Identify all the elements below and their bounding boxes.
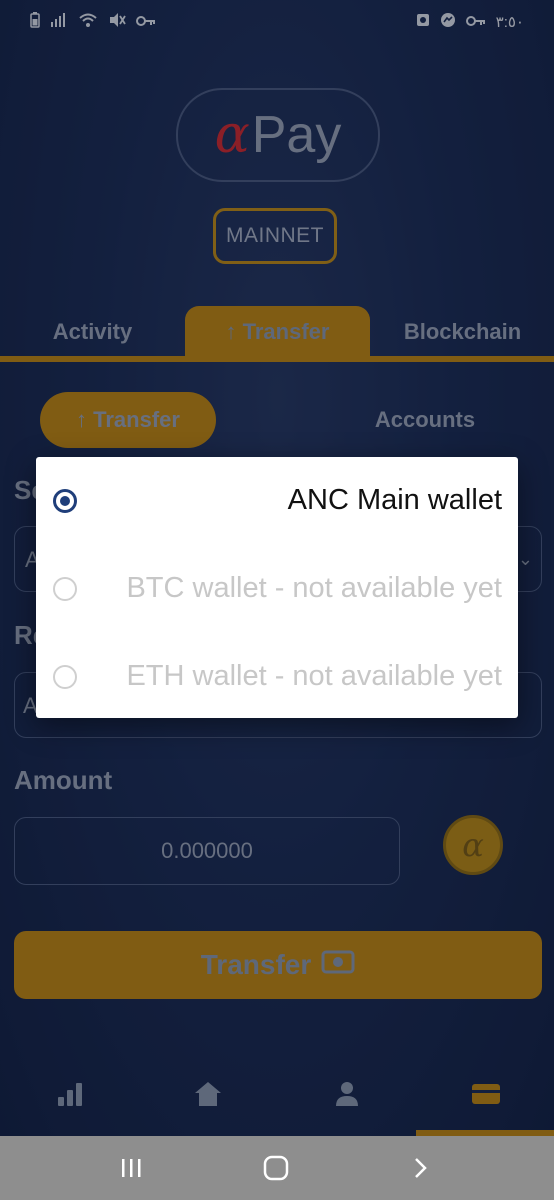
wallet-option-btc: BTC wallet - not available yet [36,545,518,632]
radio-unselected [53,664,77,689]
app-screen: ٣:٥٠ α Pay MAINNET Activity ↑ Transfer B… [0,0,554,1136]
radio-unselected [53,576,77,601]
recent-apps-icon[interactable] [111,1150,151,1186]
radio-selected[interactable] [53,488,77,513]
wallet-option-label: BTC wallet - not available yet [126,572,502,604]
wallet-option-label: ETH wallet - not available yet [126,660,502,692]
system-nav-bar [0,1136,554,1200]
wallet-option-eth: ETH wallet - not available yet [36,633,518,720]
home-button-icon[interactable] [256,1150,296,1186]
wallet-option-label: ANC Main wallet [287,484,502,516]
back-icon[interactable] [400,1150,440,1186]
wallet-select-dialog: ANC Main wallet BTC wallet - not availab… [36,457,518,718]
wallet-option-anc[interactable]: ANC Main wallet [36,457,518,544]
